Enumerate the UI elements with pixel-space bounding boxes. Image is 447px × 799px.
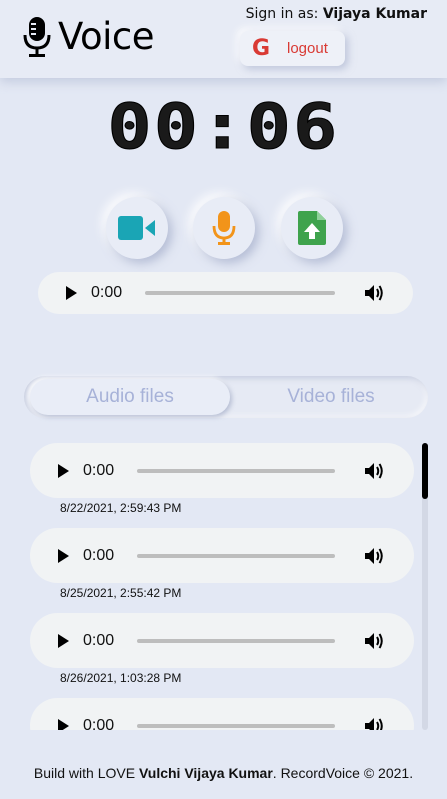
- microphone-logo-icon: [23, 17, 51, 57]
- tab-audio-files[interactable]: Audio files: [30, 379, 230, 415]
- recording-player[interactable]: 0:00: [30, 613, 414, 668]
- video-camera-icon: [118, 216, 155, 240]
- main-audio-player[interactable]: 0:00: [38, 272, 413, 314]
- recordings-list[interactable]: 0:00 8/22/2021, 2:59:43 PM 0:00 8/25/202…: [0, 438, 447, 730]
- progress-track[interactable]: [137, 553, 335, 558]
- recording-date: 8/22/2021, 2:59:43 PM: [60, 501, 182, 515]
- signin-prefix: Sign in as:: [245, 6, 319, 22]
- recording-player[interactable]: 0:00: [30, 698, 414, 730]
- brand: Voice: [22, 14, 154, 60]
- play-icon[interactable]: [58, 463, 69, 478]
- play-icon[interactable]: [58, 718, 69, 730]
- microphone-icon: [212, 211, 236, 245]
- volume-icon[interactable]: [365, 462, 385, 480]
- tab-video-label: Video files: [287, 386, 375, 407]
- file-upload-icon: [298, 211, 326, 245]
- progress-track[interactable]: [137, 638, 335, 643]
- video-record-button[interactable]: [106, 197, 168, 259]
- recording-timer: 00:06: [107, 90, 340, 163]
- logout-button[interactable]: G logout: [240, 31, 345, 66]
- volume-icon[interactable]: [365, 284, 385, 302]
- upload-file-button[interactable]: [281, 197, 343, 259]
- volume-icon[interactable]: [365, 717, 385, 731]
- logout-label: logout: [287, 40, 328, 57]
- file-type-tabs: Audio files Video files: [24, 376, 428, 418]
- list-scrollbar-thumb[interactable]: [422, 443, 428, 499]
- recording-date: 8/26/2021, 1:03:28 PM: [60, 671, 182, 685]
- user-name: Vijaya Kumar: [322, 6, 427, 22]
- volume-icon[interactable]: [365, 547, 385, 565]
- play-icon[interactable]: [58, 548, 69, 563]
- recording-player[interactable]: 0:00: [30, 443, 414, 498]
- player-time: 0:00: [83, 461, 115, 479]
- tab-video-files[interactable]: Video files: [234, 376, 428, 418]
- player-time: 0:00: [83, 716, 115, 731]
- app-header: Voice Sign in as: Vijaya Kumar G logout: [0, 0, 447, 78]
- footer-author: Vulchi Vijaya Kumar: [138, 765, 273, 781]
- progress-track[interactable]: [137, 468, 335, 473]
- progress-track[interactable]: [145, 291, 335, 295]
- progress-track[interactable]: [137, 723, 335, 728]
- player-time: 0:00: [83, 546, 115, 564]
- player-time: 0:00: [91, 284, 123, 301]
- footer: Build with LOVE Vulchi Vijaya Kumar. Rec…: [0, 765, 447, 781]
- player-time: 0:00: [83, 631, 115, 649]
- recording-player[interactable]: 0:00: [30, 528, 414, 583]
- footer-suffix: . RecordVoice © 2021.: [272, 765, 414, 781]
- brand-name: Voice: [58, 15, 154, 58]
- google-icon: G: [252, 36, 271, 61]
- play-icon[interactable]: [66, 286, 77, 300]
- recording-date: 8/25/2021, 2:55:42 PM: [60, 586, 182, 600]
- audio-record-button[interactable]: [193, 197, 255, 259]
- volume-icon[interactable]: [365, 632, 385, 650]
- footer-prefix: Build with LOVE: [33, 765, 136, 781]
- tab-audio-label: Audio files: [86, 386, 174, 407]
- play-icon[interactable]: [58, 633, 69, 648]
- signin-status: Sign in as: Vijaya Kumar: [246, 6, 427, 22]
